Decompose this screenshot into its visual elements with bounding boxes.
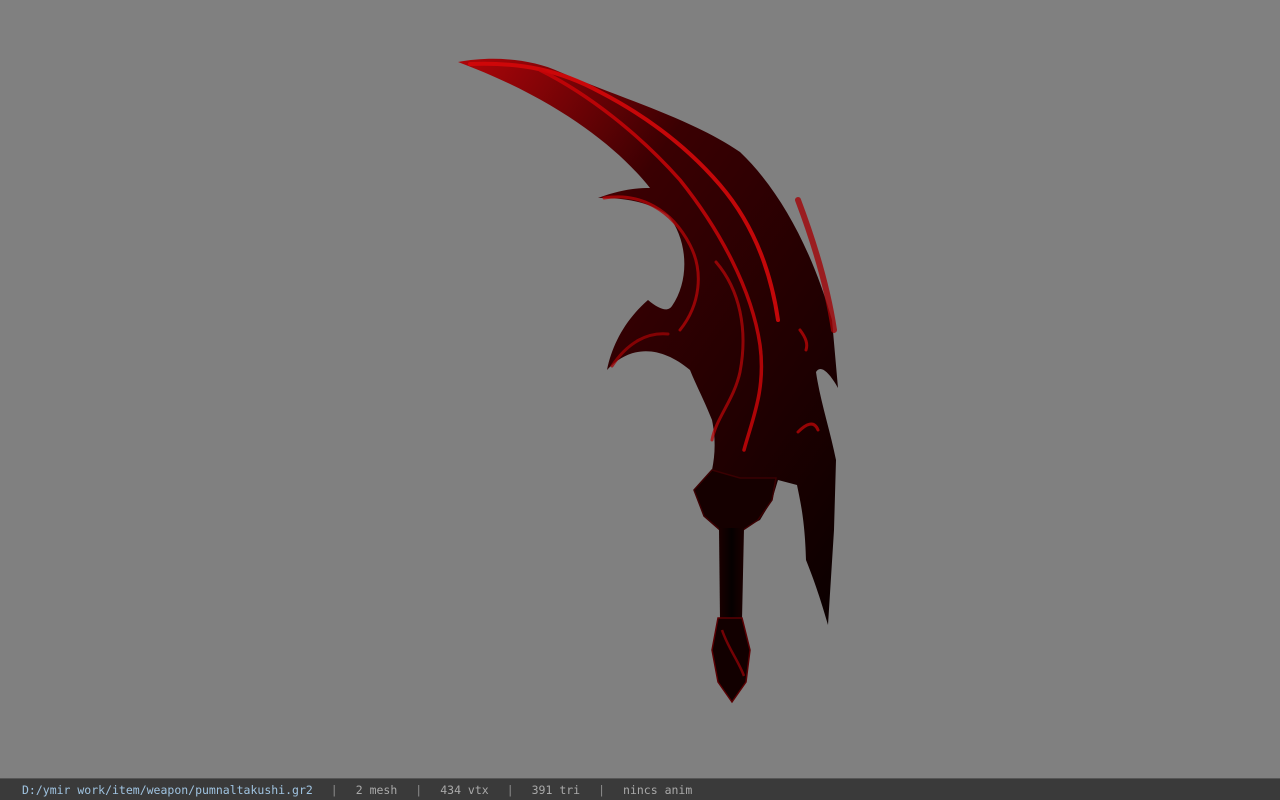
weapon-model[interactable]: [0, 0, 1280, 778]
status-mesh-count: 2 mesh: [355, 782, 398, 797]
status-triangle-count: 391 tri: [531, 782, 581, 797]
weapon-grip: [719, 528, 744, 620]
status-bar: D:/ymir work/item/weapon/pumnaltakushi.g…: [0, 778, 1280, 800]
status-vertex-count: 434 vtx: [440, 782, 489, 797]
status-separator: |: [415, 782, 423, 797]
status-animation: nincs anim: [623, 782, 693, 797]
status-file-path: D:/ymir work/item/weapon/pumnaltakushi.g…: [22, 782, 313, 797]
3d-viewport[interactable]: [0, 0, 1280, 778]
weapon-pommel: [711, 617, 751, 704]
blade-body: [458, 58, 838, 625]
status-separator: |: [330, 782, 338, 797]
status-separator: |: [598, 782, 606, 797]
status-separator: |: [506, 782, 514, 797]
weapon-guard: [693, 469, 777, 533]
